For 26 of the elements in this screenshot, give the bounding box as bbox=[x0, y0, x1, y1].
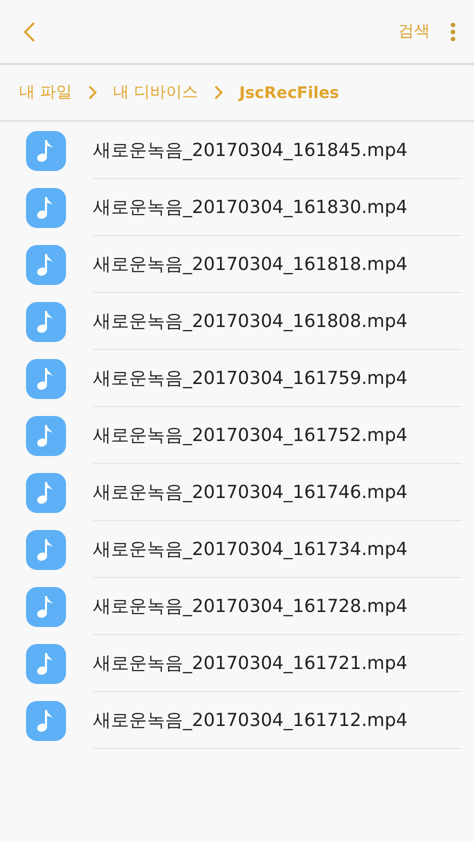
file-name[interactable]: 새로운녹음_20170304_161759.mp4 bbox=[93, 366, 408, 390]
file-name[interactable]: 새로운녹음_20170304_161721.mp4 bbox=[93, 651, 408, 675]
music-file-icon bbox=[26, 130, 66, 170]
file-name[interactable]: 새로운녹음_20170304_161818.mp4 bbox=[93, 252, 408, 276]
music-file-icon bbox=[26, 188, 66, 228]
music-file-icon bbox=[26, 586, 66, 626]
chevron-right-icon bbox=[214, 85, 224, 100]
music-file-icon bbox=[26, 530, 66, 570]
file-name[interactable]: 새로운녹음_20170304_161728.mp4 bbox=[93, 594, 408, 618]
file-name[interactable]: 새로운녹음_20170304_161845.mp4 bbox=[93, 138, 408, 162]
file-name[interactable]: 새로운녹음_20170304_161808.mp4 bbox=[93, 309, 408, 333]
music-file-icon bbox=[26, 244, 66, 284]
file-name[interactable]: 새로운녹음_20170304_161752.mp4 bbox=[93, 423, 408, 447]
music-file-icon bbox=[26, 358, 66, 398]
file-name[interactable]: 새로운녹음_20170304_161830.mp4 bbox=[93, 195, 408, 219]
more-icon bbox=[450, 22, 456, 42]
file-name[interactable]: 새로운녹음_20170304_161712.mp4 bbox=[93, 708, 408, 732]
music-file-icon bbox=[26, 700, 66, 740]
music-file-icon bbox=[26, 472, 66, 512]
file-name[interactable]: 새로운녹음_20170304_161734.mp4 bbox=[93, 537, 408, 561]
chevron-right-icon bbox=[88, 85, 98, 100]
music-file-icon bbox=[26, 416, 66, 456]
music-file-icon bbox=[26, 644, 66, 684]
back-icon bbox=[22, 20, 36, 42]
file-name[interactable]: 새로운녹음_20170304_161746.mp4 bbox=[93, 480, 408, 504]
music-file-icon bbox=[26, 302, 66, 342]
